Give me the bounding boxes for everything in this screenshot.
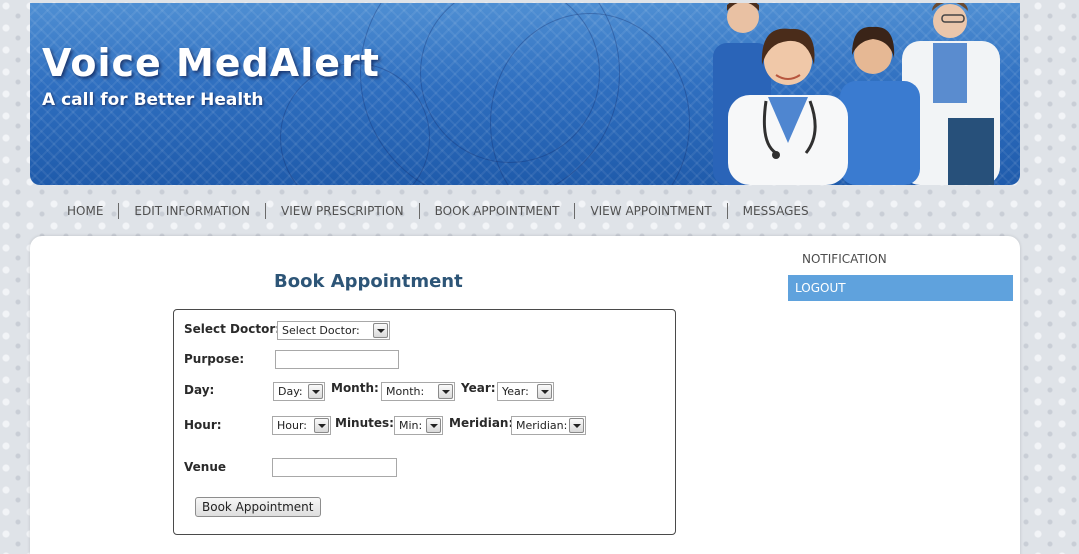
chevron-down-icon: [537, 384, 552, 399]
hour-select-value: Hour:: [277, 419, 308, 432]
purpose-input[interactable]: [275, 350, 399, 369]
doctor-select-value: Select Doctor:: [282, 324, 360, 337]
hour-label: Hour:: [184, 418, 222, 432]
month-select[interactable]: Month:: [381, 382, 455, 401]
chevron-down-icon: [373, 323, 388, 338]
nav-home[interactable]: HOME: [52, 204, 118, 218]
chevron-down-icon: [314, 418, 329, 433]
side-menu: NOTIFICATION LOGOUT: [788, 246, 1013, 301]
day-label: Day:: [184, 383, 215, 397]
year-select[interactable]: Year:: [497, 382, 554, 401]
content-panel: NOTIFICATION LOGOUT Book Appointment Sel…: [30, 236, 1020, 554]
chevron-down-icon: [426, 418, 441, 433]
purpose-label: Purpose:: [184, 352, 245, 366]
minutes-select-value: Min:: [399, 419, 423, 432]
year-select-value: Year:: [502, 385, 529, 398]
doctor-label: Select Doctor:: [184, 322, 281, 336]
minutes-select[interactable]: Min:: [394, 416, 443, 435]
month-select-value: Month:: [386, 385, 425, 398]
nav-view-appointment[interactable]: VIEW APPOINTMENT: [575, 204, 726, 218]
nav-messages[interactable]: MESSAGES: [728, 204, 824, 218]
doctor-select[interactable]: Select Doctor:: [277, 321, 390, 340]
header-banner: Voice MedAlert A call for Better Health: [30, 3, 1020, 185]
month-label: Month:: [331, 381, 379, 395]
page-title: Book Appointment: [274, 271, 463, 292]
day-select[interactable]: Day:: [273, 382, 325, 401]
top-navigation: HOME EDIT INFORMATION VIEW PRESCRIPTION …: [52, 198, 824, 224]
meridian-label: Meridian:: [449, 416, 514, 430]
site-tagline: A call for Better Health: [42, 90, 264, 110]
meridian-select[interactable]: Meridian:: [511, 416, 586, 435]
book-appointment-button[interactable]: Book Appointment: [195, 497, 321, 517]
chevron-down-icon: [569, 418, 584, 433]
hour-select[interactable]: Hour:: [272, 416, 331, 435]
side-item-logout[interactable]: LOGOUT: [788, 275, 1013, 301]
meridian-select-value: Meridian:: [516, 419, 568, 432]
book-appointment-form: Select Doctor: Select Doctor: Purpose: D…: [173, 309, 676, 535]
nav-edit-information[interactable]: EDIT INFORMATION: [119, 204, 265, 218]
venue-label: Venue: [184, 460, 226, 474]
venue-input[interactable]: [272, 458, 397, 477]
chevron-down-icon: [438, 384, 453, 399]
site-title: Voice MedAlert: [42, 41, 380, 85]
year-label: Year:: [461, 381, 496, 395]
chevron-down-icon: [308, 384, 323, 399]
day-select-value: Day:: [278, 385, 303, 398]
side-item-notification[interactable]: NOTIFICATION: [788, 246, 1013, 272]
nav-book-appointment[interactable]: BOOK APPOINTMENT: [420, 204, 575, 218]
nav-view-prescription[interactable]: VIEW PRESCRIPTION: [266, 204, 419, 218]
medical-staff-image: [713, 3, 1000, 185]
minutes-label: Minutes:: [335, 416, 394, 430]
